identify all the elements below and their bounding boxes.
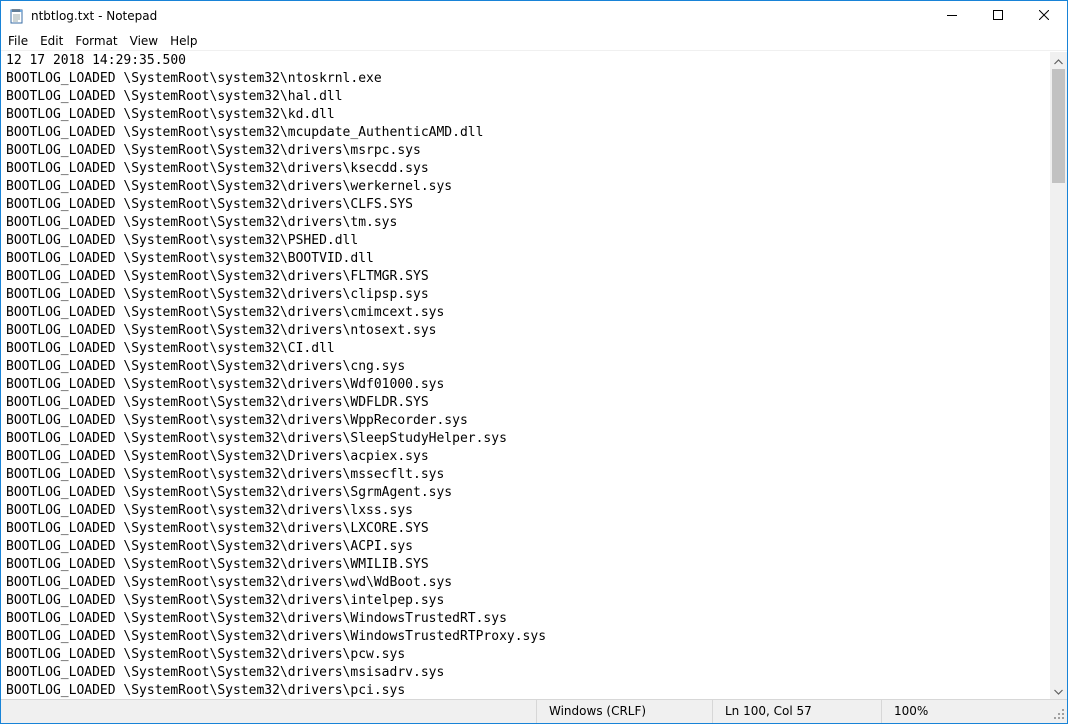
text-line[interactable]: BOOTLOG_LOADED \SystemRoot\System32\driv… [6, 538, 546, 556]
text-line[interactable]: BOOTLOG_LOADED \SystemRoot\System32\driv… [6, 286, 546, 304]
text-line[interactable]: BOOTLOG_LOADED \SystemRoot\system32\mcup… [6, 124, 546, 142]
text-line[interactable]: BOOTLOG_LOADED \SystemRoot\System32\driv… [6, 628, 546, 646]
text-line[interactable]: BOOTLOG_LOADED \SystemRoot\System32\driv… [6, 160, 546, 178]
text-line[interactable]: BOOTLOG_LOADED \SystemRoot\system32\PSHE… [6, 232, 546, 250]
status-zoom: 100% [881, 700, 1051, 723]
notepad-icon[interactable] [10, 8, 24, 24]
text-line[interactable]: BOOTLOG_LOADED \SystemRoot\system32\CI.d… [6, 340, 546, 358]
minimize-button[interactable] [929, 1, 975, 31]
maximize-button[interactable] [975, 1, 1021, 31]
maximize-icon [993, 7, 1003, 25]
text-line[interactable]: BOOTLOG_LOADED \SystemRoot\system32\driv… [6, 412, 546, 430]
scrollbar-thumb[interactable] [1052, 69, 1065, 183]
text-line[interactable]: BOOTLOG_LOADED \SystemRoot\System32\driv… [6, 358, 546, 376]
close-button[interactable] [1021, 1, 1067, 31]
menu-edit[interactable]: Edit [34, 31, 69, 51]
text-line[interactable]: 12 17 2018 14:29:35.500 [6, 52, 546, 70]
text-line[interactable]: BOOTLOG_LOADED \SystemRoot\System32\driv… [6, 592, 546, 610]
menu-help[interactable]: Help [164, 31, 203, 51]
text-line[interactable]: BOOTLOG_LOADED \SystemRoot\System32\driv… [6, 214, 546, 232]
text-line[interactable]: BOOTLOG_LOADED \SystemRoot\System32\driv… [6, 394, 546, 412]
text-line[interactable]: BOOTLOG_LOADED \SystemRoot\System32\driv… [6, 646, 546, 664]
text-editor[interactable]: 12 17 2018 14:29:35.500BOOTLOG_LOADED \S… [1, 52, 1050, 699]
text-line[interactable]: BOOTLOG_LOADED \SystemRoot\system32\driv… [6, 430, 546, 448]
menu-format[interactable]: Format [69, 31, 123, 51]
text-line[interactable]: BOOTLOG_LOADED \SystemRoot\System32\driv… [6, 610, 546, 628]
menu-view[interactable]: View [124, 31, 164, 51]
menu-bar: File Edit Format View Help [1, 31, 1067, 51]
text-line[interactable]: BOOTLOG_LOADED \SystemRoot\system32\driv… [6, 466, 546, 484]
resize-grip-icon[interactable] [1051, 706, 1065, 720]
minimize-icon [947, 7, 957, 25]
text-line[interactable]: BOOTLOG_LOADED \SystemRoot\System32\driv… [6, 682, 546, 699]
scroll-down-arrow-icon [1054, 682, 1063, 700]
vertical-scrollbar[interactable] [1050, 52, 1067, 699]
text-line[interactable]: BOOTLOG_LOADED \SystemRoot\system32\driv… [6, 574, 546, 592]
text-line[interactable]: BOOTLOG_LOADED \SystemRoot\system32\hal.… [6, 88, 546, 106]
close-icon [1039, 7, 1049, 25]
text-line[interactable]: BOOTLOG_LOADED \SystemRoot\System32\driv… [6, 196, 546, 214]
text-line[interactable]: BOOTLOG_LOADED \SystemRoot\system32\driv… [6, 520, 546, 538]
scroll-down-button[interactable] [1050, 682, 1067, 699]
text-line[interactable]: BOOTLOG_LOADED \SystemRoot\system32\ntos… [6, 70, 546, 88]
text-line[interactable]: BOOTLOG_LOADED \SystemRoot\system32\kd.d… [6, 106, 546, 124]
status-cursor-position: Ln 100, Col 57 [712, 700, 881, 723]
text-line[interactable]: BOOTLOG_LOADED \SystemRoot\System32\driv… [6, 178, 546, 196]
text-line[interactable]: BOOTLOG_LOADED \SystemRoot\system32\BOOT… [6, 250, 546, 268]
text-line[interactable]: BOOTLOG_LOADED \SystemRoot\system32\driv… [6, 376, 546, 394]
window-title: ntbtlog.txt - Notepad [31, 9, 157, 23]
status-line-ending: Windows (CRLF) [536, 700, 712, 723]
text-line[interactable]: BOOTLOG_LOADED \SystemRoot\system32\driv… [6, 502, 546, 520]
title-bar[interactable]: ntbtlog.txt - Notepad [1, 1, 1067, 31]
menu-file[interactable]: File [1, 31, 34, 51]
notepad-window: ntbtlog.txt - Notepad File Edit Format V… [0, 0, 1068, 724]
text-line[interactable]: BOOTLOG_LOADED \SystemRoot\System32\Driv… [6, 448, 546, 466]
text-line[interactable]: BOOTLOG_LOADED \SystemRoot\System32\driv… [6, 268, 546, 286]
status-bar: Windows (CRLF) Ln 100, Col 57 100% [1, 699, 1067, 723]
text-line[interactable]: BOOTLOG_LOADED \SystemRoot\System32\driv… [6, 304, 546, 322]
text-line[interactable]: BOOTLOG_LOADED \SystemRoot\System32\driv… [6, 556, 546, 574]
text-line[interactable]: BOOTLOG_LOADED \SystemRoot\System32\driv… [6, 664, 546, 682]
text-line[interactable]: BOOTLOG_LOADED \SystemRoot\System32\driv… [6, 322, 546, 340]
text-line[interactable]: BOOTLOG_LOADED \SystemRoot\System32\driv… [6, 484, 546, 502]
editor-lines[interactable]: 12 17 2018 14:29:35.500BOOTLOG_LOADED \S… [6, 52, 546, 699]
scroll-up-button[interactable] [1050, 52, 1067, 69]
scroll-up-arrow-icon [1054, 52, 1063, 70]
text-line[interactable]: BOOTLOG_LOADED \SystemRoot\System32\driv… [6, 142, 546, 160]
